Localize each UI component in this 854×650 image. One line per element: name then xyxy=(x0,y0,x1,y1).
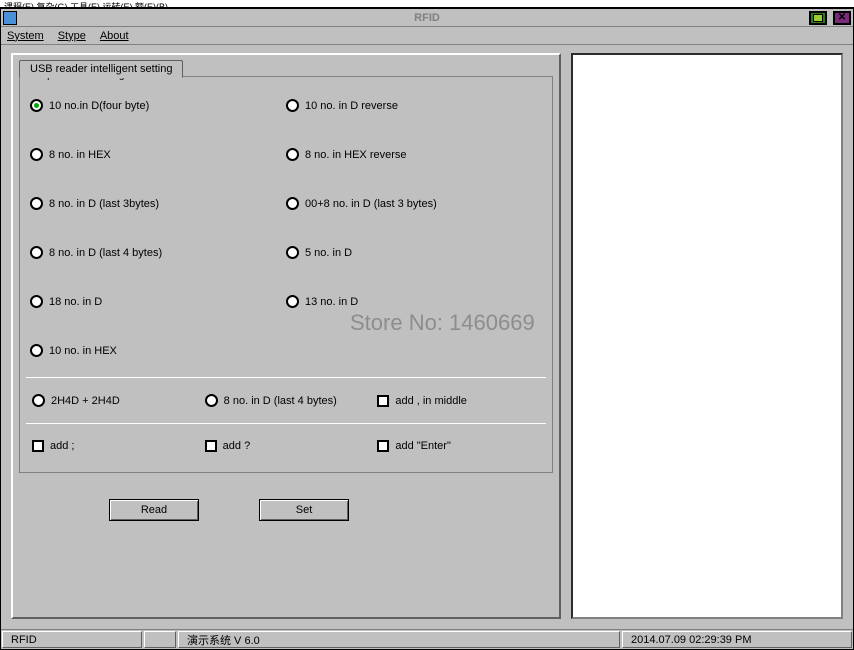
window-title: RFID xyxy=(414,12,440,24)
close-button[interactable] xyxy=(833,11,851,25)
radio-18d[interactable]: 18 no. in D xyxy=(30,295,286,308)
radio-8hex-reverse[interactable]: 8 no. in HEX reverse xyxy=(286,148,542,161)
set-button[interactable]: Set xyxy=(259,499,349,521)
top-menubar: 课程(E) 复杂(G) 工具(E) 运转(E) 额(E)(B) xyxy=(0,0,854,8)
main-window: RFID System Stype About USB reader intel… xyxy=(0,8,854,650)
output-textarea[interactable] xyxy=(571,53,843,619)
checkbox-icon xyxy=(205,440,217,452)
radio-icon xyxy=(286,246,299,259)
check-add-semicolon[interactable]: add ; xyxy=(32,440,195,452)
radio-icon xyxy=(30,99,43,112)
radio-label: 8 no. in D (last 4 bytes) xyxy=(49,247,162,259)
divider xyxy=(26,423,546,424)
radio-label: 10 no. in D reverse xyxy=(305,100,398,112)
menu-system[interactable]: System xyxy=(7,30,44,42)
checkbox-icon xyxy=(377,440,389,452)
radio-label: 8 no. in HEX xyxy=(49,149,111,161)
check-label: add ; xyxy=(50,440,74,452)
radio-00-8d-last3[interactable]: 00+8 no. in D (last 3 bytes) xyxy=(286,197,542,210)
radio-label: 00+8 no. in D (last 3 bytes) xyxy=(305,198,437,210)
radio-10d-four-byte[interactable]: 10 no.in D(four byte) xyxy=(30,99,286,112)
status-version: 演示系统 V 6.0 xyxy=(178,631,620,648)
radio-2h4d[interactable]: 2H4D + 2H4D xyxy=(32,394,195,407)
menubar: System Stype About xyxy=(1,27,853,45)
check-add-enter[interactable]: add "Enter" xyxy=(377,440,540,452)
radio-icon xyxy=(205,394,218,407)
minimize-button[interactable] xyxy=(809,11,827,25)
radio-5d[interactable]: 5 no. in D xyxy=(286,246,542,259)
radio-8d-last4-b[interactable]: 8 no. in D (last 4 bytes) xyxy=(205,394,368,407)
radio-label: 8 no. in D (last 3bytes) xyxy=(49,198,159,210)
radio-icon xyxy=(30,246,43,259)
divider xyxy=(26,377,546,378)
radio-label: 10 no.in D(four byte) xyxy=(49,100,149,112)
radio-8d-last3[interactable]: 8 no. in D (last 3bytes) xyxy=(30,197,286,210)
check-label: add "Enter" xyxy=(395,440,451,452)
radio-icon xyxy=(30,344,43,357)
check-add-middle[interactable]: add , in middle xyxy=(377,395,540,407)
radio-label: 18 no. in D xyxy=(49,296,102,308)
radio-icon xyxy=(286,197,299,210)
radio-icon xyxy=(286,295,299,308)
radio-icon xyxy=(286,99,299,112)
radio-icon xyxy=(32,394,45,407)
radio-label: 10 no. in HEX xyxy=(49,345,117,357)
radio-8d-last4[interactable]: 8 no. in D (last 4 bytes) xyxy=(30,246,286,259)
radio-label: 8 no. in D (last 4 bytes) xyxy=(224,395,337,407)
checkbox-icon xyxy=(377,395,389,407)
titlebar: RFID xyxy=(1,9,853,27)
radio-icon xyxy=(286,148,299,161)
radio-13d[interactable]: 13 no. in D xyxy=(286,295,542,308)
check-add-question[interactable]: add ? xyxy=(205,440,368,452)
radio-icon xyxy=(30,148,43,161)
radio-label: 13 no. in D xyxy=(305,296,358,308)
menu-about[interactable]: About xyxy=(100,30,129,42)
statusbar: RFID 演示系统 V 6.0 2014.07.09 02:29:39 PM xyxy=(1,629,853,649)
status-app: RFID xyxy=(2,631,142,648)
radio-icon xyxy=(30,295,43,308)
check-label: add , in middle xyxy=(395,395,467,407)
radio-icon xyxy=(30,197,43,210)
checkbox-icon xyxy=(32,440,44,452)
output-format-fieldset: Output format setting 10 no.in D(four by… xyxy=(19,76,553,473)
radio-label: 5 no. in D xyxy=(305,247,352,259)
radio-8hex[interactable]: 8 no. in HEX xyxy=(30,148,286,161)
radio-10hex[interactable]: 10 no. in HEX xyxy=(30,344,286,357)
settings-panel: USB reader intelligent setting Output fo… xyxy=(11,53,561,619)
radio-10d-reverse[interactable]: 10 no. in D reverse xyxy=(286,99,542,112)
tab-usb-reader[interactable]: USB reader intelligent setting xyxy=(19,60,183,78)
radio-label: 8 no. in HEX reverse xyxy=(305,149,407,161)
radio-label: 2H4D + 2H4D xyxy=(51,395,120,407)
read-button[interactable]: Read xyxy=(109,499,199,521)
check-label: add ? xyxy=(223,440,251,452)
menu-stype[interactable]: Stype xyxy=(58,30,86,42)
app-icon xyxy=(3,11,17,25)
status-datetime: 2014.07.09 02:29:39 PM xyxy=(622,631,852,648)
status-blank xyxy=(144,631,176,648)
